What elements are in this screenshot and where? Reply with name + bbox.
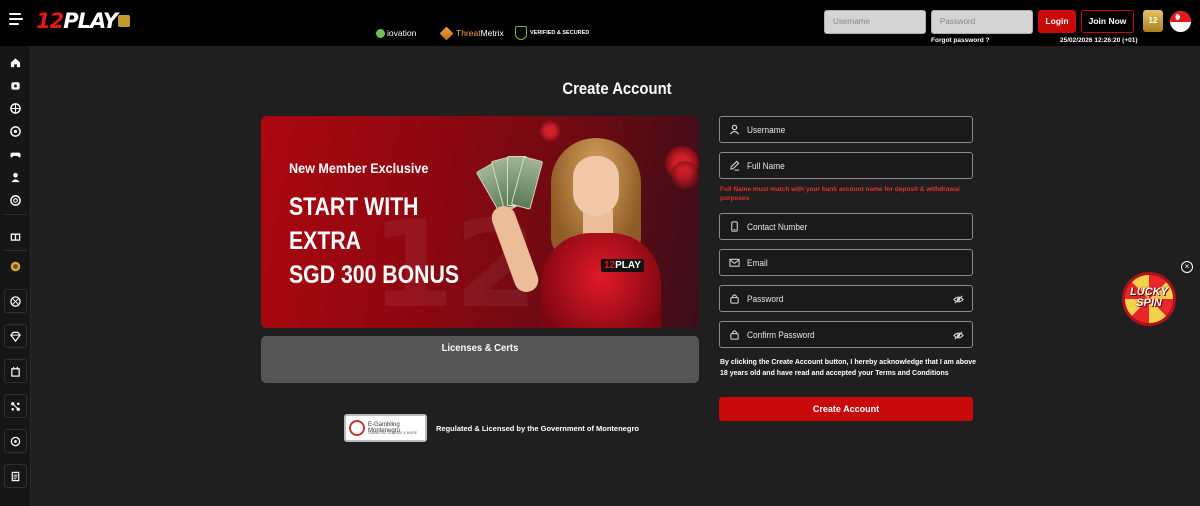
- terms-and-conditions-link[interactable]: Terms and Conditions: [875, 370, 948, 377]
- montenegro-license-seal[interactable]: E-Gambling Montenegro GAMBLING LICENSE &…: [344, 414, 427, 442]
- username-placeholder: Username: [747, 124, 786, 135]
- full-name-warning: Full Name must match with your bank acco…: [720, 186, 960, 202]
- promotion-gift-icon[interactable]: [4, 223, 27, 247]
- forgot-password-link[interactable]: Forgot password ?: [931, 37, 990, 44]
- logo-number: 12: [36, 9, 64, 33]
- header-password-input[interactable]: Password: [931, 10, 1033, 34]
- ball-icon[interactable]: [4, 289, 27, 313]
- email-placeholder: Email: [747, 257, 768, 268]
- lucky-spin-label: LUCKY SPIN: [1118, 287, 1180, 309]
- location-icon[interactable]: [4, 429, 27, 453]
- lottery-icon[interactable]: [4, 188, 27, 212]
- eye-slash-icon[interactable]: [953, 294, 964, 305]
- page-title: Create Account: [562, 80, 672, 98]
- left-sidebar: [0, 46, 31, 506]
- mail-icon: [729, 257, 740, 268]
- threatmetrix-logo: Threat Metrix: [439, 26, 504, 40]
- lock-icon: [729, 329, 740, 340]
- confirm-password-field[interactable]: Confirm Password: [719, 321, 973, 348]
- poker-icon[interactable]: [4, 165, 27, 189]
- contact-number-field[interactable]: Contact Number: [719, 213, 973, 240]
- phone-icon: [729, 221, 740, 232]
- pencil-icon: [729, 160, 740, 171]
- casino-chip-icon: [671, 161, 699, 189]
- join-now-button[interactable]: Join Now: [1081, 10, 1134, 33]
- lock-icon: [729, 293, 740, 304]
- banner-model-image: [488, 138, 671, 328]
- casino-icon[interactable]: [4, 96, 27, 120]
- home-icon[interactable]: [4, 50, 27, 74]
- logo-gift-icon: [118, 15, 131, 27]
- current-datetime: 25/02/2026 12:26:20 (+01): [1060, 37, 1138, 44]
- create-account-button[interactable]: Create Account: [719, 397, 973, 421]
- info-document-icon[interactable]: [4, 464, 27, 488]
- diamond-icon[interactable]: [4, 324, 27, 348]
- banner-logo-tag: 12PLAY: [601, 259, 644, 272]
- full-name-field[interactable]: Full Name: [719, 152, 973, 179]
- hamburger-menu-icon[interactable]: [9, 13, 25, 29]
- welcome-bonus-banner[interactable]: 12 New Member Exclusive START WITH EXTRA…: [261, 116, 699, 328]
- close-icon[interactable]: ×: [1181, 261, 1193, 273]
- banner-headline-line: SGD 300 BONUS: [289, 261, 460, 289]
- site-logo[interactable]: 12 PLAY: [36, 8, 131, 34]
- contact-number-placeholder: Contact Number: [747, 221, 808, 232]
- seal-icon: [349, 420, 365, 436]
- eye-slash-icon[interactable]: [953, 330, 964, 341]
- licenses-panel: Licenses & Certs: [261, 336, 699, 383]
- singapore-flag-icon[interactable]: [1170, 11, 1191, 32]
- lucky-spin-line: SPIN: [1136, 297, 1162, 309]
- top-header: 12 PLAY Username Password Forgot passwor…: [0, 0, 1200, 46]
- password-placeholder: Password: [747, 293, 784, 304]
- affiliate-icon[interactable]: [4, 394, 27, 418]
- sports-icon[interactable]: [4, 73, 27, 97]
- banner-headline-line: EXTRA: [289, 227, 362, 255]
- user-icon: [729, 124, 740, 135]
- email-field[interactable]: Email: [719, 249, 973, 276]
- confirm-password-placeholder: Confirm Password: [747, 329, 815, 340]
- lucky-spin-widget[interactable]: LUCKY SPIN: [1118, 270, 1180, 330]
- app-badge-icon[interactable]: 12: [1143, 10, 1163, 32]
- gamepad-icon[interactable]: [4, 142, 27, 166]
- regulated-text: Regulated & Licensed by the Government o…: [436, 424, 639, 433]
- iovation-logo: iovation: [376, 26, 416, 40]
- verified-secured-logo: VERIFIED & SECURED: [515, 26, 589, 40]
- coin-icon[interactable]: [4, 254, 27, 278]
- full-name-placeholder: Full Name: [747, 160, 785, 171]
- vip-icon[interactable]: [4, 359, 27, 383]
- banner-headline-line: START WITH: [289, 193, 419, 221]
- soccer-icon[interactable]: [4, 119, 27, 143]
- logo-text: PLAY: [63, 9, 118, 33]
- terms-acknowledgement: By clicking the Create Account button, I…: [720, 357, 982, 379]
- header-username-input[interactable]: Username: [824, 10, 926, 34]
- seal-subtitle: GAMBLING LICENSE & MORE: [368, 431, 418, 435]
- username-field[interactable]: Username: [719, 116, 973, 143]
- password-field[interactable]: Password: [719, 285, 973, 312]
- banner-kicker: New Member Exclusive: [289, 160, 429, 176]
- licenses-title: Licenses & Certs: [441, 342, 519, 354]
- banner-headline: START WITH EXTRA SGD 300 BONUS: [289, 190, 459, 292]
- login-button[interactable]: Login: [1038, 10, 1076, 33]
